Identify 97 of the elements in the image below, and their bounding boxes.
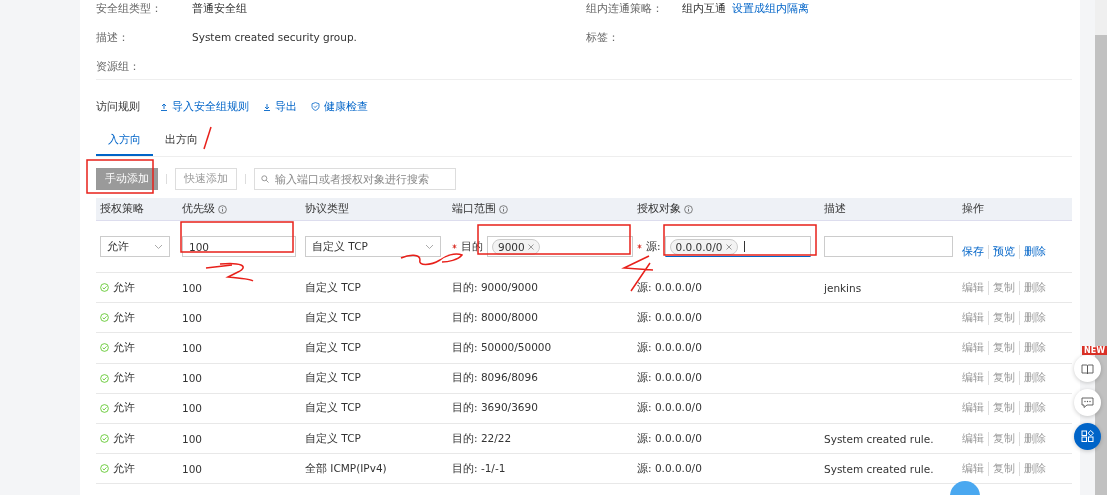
protocol-text: 自定义 TCP <box>305 401 361 416</box>
direction-tab[interactable]: 入方向 <box>96 130 153 156</box>
search-field[interactable]: 输入端口或者授权对象进行搜索 <box>254 168 456 190</box>
check-circle-icon <box>100 434 109 444</box>
field-label: 组内连通策略： <box>586 2 664 16</box>
isolate-link[interactable]: 设置成组内隔离 <box>732 2 809 16</box>
field-value: 普通安全组 <box>192 2 247 16</box>
search-icon <box>261 175 269 183</box>
field-value: System created security group. <box>192 31 357 45</box>
close-icon[interactable] <box>527 243 534 250</box>
check-circle-icon <box>100 343 109 353</box>
section-title: 访问规则 <box>96 99 140 114</box>
check-circle-icon <box>100 313 109 323</box>
new-badge: NEW <box>1082 346 1107 355</box>
text-cursor <box>743 241 745 252</box>
column-header: 描述 <box>824 202 846 216</box>
policy-text: 允许 <box>113 310 135 325</box>
row-action-link[interactable]: 预览 <box>988 244 1019 259</box>
row-action-link[interactable]: 删除 <box>1019 244 1050 259</box>
info-icon <box>499 204 508 214</box>
source-text: 源: 0.0.0.0/0 <box>637 371 702 386</box>
check-circle-icon <box>100 403 109 413</box>
source-text: 源: 0.0.0.0/0 <box>637 310 702 325</box>
source-text: 源: 0.0.0.0/0 <box>637 431 702 446</box>
priority-text: 100 <box>182 372 203 385</box>
policy-text: 允许 <box>113 340 135 355</box>
rule-action-link[interactable]: 健康检查 <box>311 99 368 114</box>
priority-text: 100 <box>182 341 203 354</box>
policy-text: 允许 <box>113 371 135 386</box>
field-label: 描述： <box>96 31 130 45</box>
field-label: 资源组： <box>96 60 141 74</box>
chevron-down-icon <box>425 243 434 250</box>
port-tag-input[interactable]: 9000 <box>487 236 633 257</box>
source-label: 源: <box>646 239 661 254</box>
port-text: 目的: 9000/9000 <box>452 280 538 295</box>
source-tag-input[interactable]: 0.0.0.0/0 <box>664 236 811 257</box>
rule-action-link[interactable]: 导入安全组规则 <box>160 99 249 114</box>
field-label: 标签： <box>586 31 620 45</box>
source-text: 源: 0.0.0.0/0 <box>637 340 702 355</box>
download-icon <box>263 102 271 111</box>
column-header: 操作 <box>962 202 984 216</box>
assistant-icon[interactable] <box>950 481 980 495</box>
column-header: 端口范围 <box>452 202 496 216</box>
field-value: 组内互通 <box>682 2 726 16</box>
protocol-text: 自定义 TCP <box>305 310 361 325</box>
scribble-drawing <box>400 253 463 266</box>
close-icon[interactable] <box>725 243 732 250</box>
book-icon <box>1081 362 1094 375</box>
chat-icon <box>1081 396 1094 409</box>
column-header: 协议类型 <box>305 202 349 216</box>
info-icon <box>218 204 227 214</box>
policy-text: 允许 <box>113 280 135 295</box>
priority-text: 100 <box>182 402 203 415</box>
chevron-down-icon <box>154 243 163 250</box>
annotation-box <box>86 159 154 194</box>
protocol-text: 自定义 TCP <box>305 280 361 295</box>
field-label: 安全组类型： <box>96 2 163 16</box>
check-circle-icon <box>100 283 109 293</box>
priority-text: 100 <box>182 432 203 445</box>
policy-select[interactable]: 允许 <box>100 236 170 257</box>
apps-icon <box>1081 430 1094 443</box>
protocol-text: 自定义 TCP <box>305 431 361 446</box>
port-text: 目的: 8096/8096 <box>452 371 538 386</box>
check-circle-icon <box>100 464 109 474</box>
source-text: 源: 0.0.0.0/0 <box>637 401 702 416</box>
rule-action-link[interactable]: 导出 <box>263 99 297 114</box>
info-icon <box>684 204 693 214</box>
priority-text: 100 <box>182 462 203 475</box>
description-text: System created rule. <box>824 462 934 475</box>
description-text: System created rule. <box>824 432 934 445</box>
check-circle-icon <box>100 373 109 383</box>
row-action-link[interactable]: 保存 <box>962 244 988 259</box>
description-text: jenkins <box>824 281 862 294</box>
protocol-text: 自定义 TCP <box>305 340 361 355</box>
port-text: 目的: 3690/3690 <box>452 401 538 416</box>
scribble-drawing <box>205 262 254 282</box>
port-text: 目的: 50000/50000 <box>452 340 552 355</box>
policy-text: 允许 <box>113 461 135 476</box>
protocol-select[interactable]: 自定义 TCP <box>305 236 441 257</box>
upload-icon <box>160 102 168 111</box>
port-text: 目的: -1/-1 <box>452 461 506 476</box>
description-input[interactable] <box>824 236 953 257</box>
policy-text: 允许 <box>113 401 135 416</box>
priority-text: 100 <box>182 311 203 324</box>
column-header: 授权对象 <box>637 202 681 216</box>
scribble-drawing <box>621 255 654 292</box>
protocol-text: 自定义 TCP <box>305 371 361 386</box>
protocol-text: 全部 ICMP(IPv4) <box>305 461 387 476</box>
column-header: 优先级 <box>182 202 215 216</box>
priority-text: 100 <box>182 281 203 294</box>
column-header: 授权策略 <box>100 202 144 216</box>
port-text: 目的: 8000/8000 <box>452 310 538 325</box>
source-text: 源: 0.0.0.0/0 <box>637 280 702 295</box>
shield-check-icon <box>311 102 320 111</box>
source-text: 源: 0.0.0.0/0 <box>637 461 702 476</box>
port-text: 目的: 22/22 <box>452 431 512 446</box>
policy-text: 允许 <box>113 431 135 446</box>
